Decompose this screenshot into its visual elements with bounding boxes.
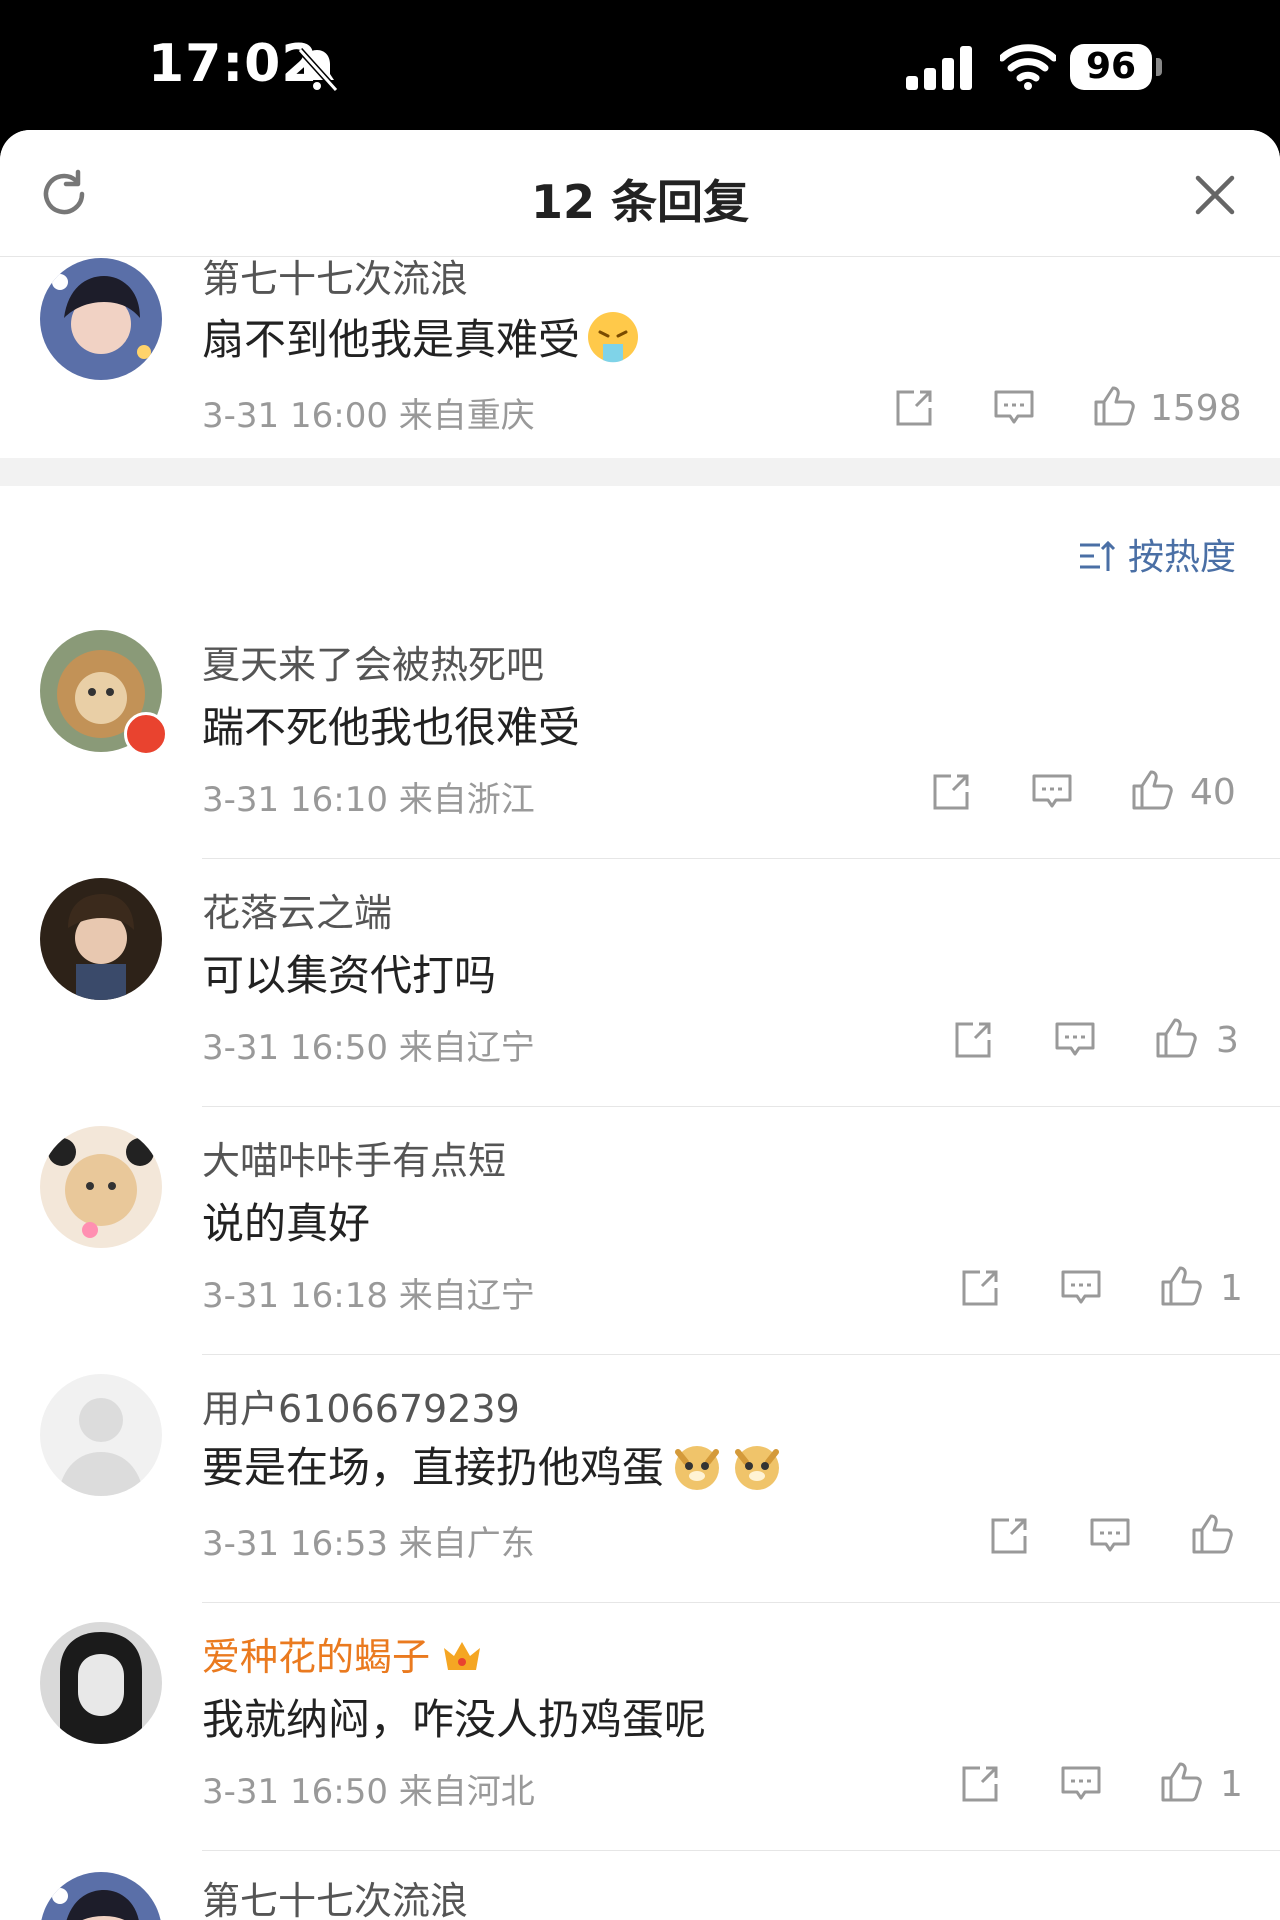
comment-meta: 3-31 16:10 来自浙江 [202, 780, 535, 820]
share-icon [991, 1518, 1027, 1554]
like-button[interactable] [1190, 1512, 1234, 1556]
avatar[interactable] [40, 1622, 162, 1744]
comment-icon [1061, 1766, 1101, 1800]
avatar[interactable] [40, 1872, 162, 1920]
share-button[interactable] [929, 770, 973, 814]
username[interactable]: 夏天来了会被热死吧 [202, 634, 544, 689]
avatar[interactable] [40, 258, 162, 380]
share-icon [896, 390, 932, 426]
username-text: 爱种花的蝎子 [202, 1635, 431, 1679]
reply-item: 第七十七次流浪 [0, 1850, 1280, 1920]
doge-emoji-icon [675, 1446, 720, 1490]
avatar[interactable] [40, 1374, 162, 1496]
share-button[interactable] [892, 386, 936, 430]
reply-button[interactable] [1059, 1762, 1103, 1806]
reply-item: 夏天来了会被热死吧 踹不死他我也很难受 3-31 16:10 来自浙江 40 [0, 610, 1280, 860]
comment-icon [1061, 1270, 1101, 1304]
like-count: 1 [1220, 1268, 1243, 1309]
comment-icon [994, 390, 1034, 424]
share-button[interactable] [951, 1018, 995, 1062]
like-button[interactable] [1159, 1760, 1203, 1804]
share-icon [955, 1022, 991, 1058]
sort-icon [1079, 540, 1116, 571]
comment-meta: 3-31 16:50 来自河北 [202, 1772, 535, 1812]
status-bar: 17:02 96 [0, 0, 1280, 130]
wifi-icon [1000, 44, 1056, 90]
thumbs-up-icon [1156, 1018, 1197, 1058]
like-button[interactable] [1154, 1016, 1198, 1060]
share-icon [962, 1270, 998, 1306]
like-button[interactable] [1092, 384, 1136, 428]
comment-icon [1055, 1022, 1095, 1056]
doge-emoji-icon [735, 1446, 780, 1490]
battery-indicator: 96 [1070, 44, 1152, 90]
comment-meta: 3-31 16:18 来自辽宁 [202, 1276, 535, 1316]
comment-meta: 3-31 16:53 来自广东 [202, 1524, 535, 1564]
like-count: 3 [1216, 1020, 1239, 1061]
section-separator [0, 458, 1280, 486]
username[interactable]: 花落云之端 [202, 882, 392, 937]
share-icon [962, 1766, 998, 1802]
sort-label: 按热度 [1127, 537, 1236, 578]
signal-icon [906, 46, 972, 90]
verified-badge [124, 712, 168, 756]
username[interactable]: 用户6106679239 [202, 1378, 520, 1433]
like-count: 1598 [1150, 388, 1242, 429]
username[interactable]: 大喵咔咔手有点短 [202, 1130, 506, 1185]
like-button[interactable] [1159, 1264, 1203, 1308]
reply-button[interactable] [1053, 1018, 1097, 1062]
thumbs-up-icon [1161, 1266, 1202, 1306]
thumbs-up-icon [1094, 386, 1135, 426]
thumbs-up-icon [1132, 770, 1173, 810]
avatar[interactable] [40, 878, 162, 1000]
op-comment: 第七十七次流浪 扇不到他我是真难受 3-31 16:00 来自重庆 1598 [0, 130, 1280, 460]
comment-text: 说的真好 [202, 1199, 371, 1248]
thumbs-up-icon [1192, 1514, 1233, 1554]
comment-text: 扇不到他我是真难受 [202, 306, 640, 367]
reply-item: 爱种花的蝎子 我就纳闷，咋没人扔鸡蛋呢 3-31 16:50 来自河北 1 [0, 1602, 1280, 1851]
like-count: 1 [1220, 1764, 1243, 1805]
vomit-emoji-icon [588, 312, 639, 363]
comment-icon [1090, 1518, 1130, 1552]
avatar[interactable] [40, 1126, 162, 1248]
comment-text: 我就纳闷，咋没人扔鸡蛋呢 [202, 1695, 707, 1744]
sort-by-hot-button[interactable]: 按热度 [1078, 528, 1236, 580]
comment-meta: 3-31 16:00 来自重庆 [202, 396, 535, 436]
reply-item: 用户6106679239 要是在场，直接扔他鸡蛋 3-31 16:53 来自广东 [0, 1354, 1280, 1603]
comment-text: 可以集资代打吗 [202, 951, 497, 1000]
reply-item: 花落云之端 可以集资代打吗 3-31 16:50 来自辽宁 3 [0, 858, 1280, 1107]
reply-button[interactable] [992, 386, 1036, 430]
comment-meta: 3-31 16:50 来自辽宁 [202, 1028, 535, 1068]
reply-button[interactable] [1059, 1266, 1103, 1310]
like-button[interactable] [1130, 768, 1174, 812]
vip-crown-icon [444, 1642, 481, 1670]
thumbs-up-icon [1161, 1762, 1202, 1802]
share-icon [933, 774, 969, 810]
like-count: 40 [1190, 772, 1236, 813]
comment-icon [1032, 774, 1072, 808]
replies-sheet: 12 条回复 第七十七次流浪 扇不到他我是真难受 3-31 16:00 来自重庆… [0, 130, 1280, 1920]
share-button[interactable] [987, 1514, 1031, 1558]
bell-muted-icon [297, 47, 339, 93]
reply-item: 大喵咔咔手有点短 说的真好 3-31 16:18 来自辽宁 1 [0, 1106, 1280, 1355]
comment-text: 踹不死他我也很难受 [202, 703, 581, 752]
comment-text-content: 要是在场，直接扔他鸡蛋 [202, 1443, 665, 1492]
comment-text-content: 扇不到他我是真难受 [202, 315, 581, 364]
battery-tip [1156, 58, 1162, 76]
username[interactable]: 第七十七次流浪 [202, 1870, 468, 1920]
reply-button[interactable] [1088, 1514, 1132, 1558]
reply-button[interactable] [1030, 770, 1074, 814]
share-button[interactable] [958, 1266, 1002, 1310]
comment-text: 要是在场，直接扔他鸡蛋 [202, 1434, 784, 1495]
share-button[interactable] [958, 1762, 1002, 1806]
username[interactable]: 第七十七次流浪 [202, 248, 468, 303]
username-vip[interactable]: 爱种花的蝎子 [202, 1626, 484, 1681]
